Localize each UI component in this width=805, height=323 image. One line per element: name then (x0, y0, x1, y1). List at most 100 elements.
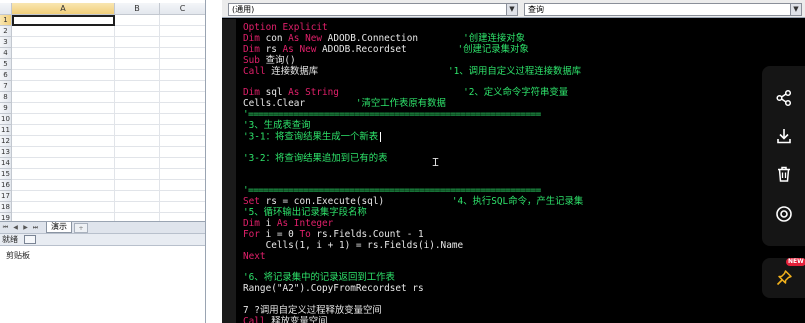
grid-cell[interactable] (12, 37, 115, 48)
code-line[interactable] (243, 165, 583, 176)
row-header[interactable]: 4 (0, 48, 12, 59)
grid-cell[interactable] (12, 169, 115, 180)
row-header[interactable]: 18 (0, 202, 12, 213)
grid-cell[interactable] (115, 147, 160, 158)
row-header[interactable]: 3 (0, 37, 12, 48)
grid-cell[interactable] (115, 70, 160, 81)
grid-cell[interactable] (115, 15, 160, 26)
grid-cell[interactable] (160, 125, 205, 136)
code-lines[interactable]: Option Explicit Dim con As New ADODB.Conn… (243, 22, 583, 323)
grid-cell[interactable] (115, 92, 160, 103)
grid-cell[interactable] (115, 59, 160, 70)
grid-cell[interactable] (160, 136, 205, 147)
grid-cell[interactable] (12, 103, 115, 114)
row-header[interactable]: 2 (0, 26, 12, 37)
row-header[interactable]: 1 (0, 15, 12, 26)
grid-cell[interactable] (160, 37, 205, 48)
active-cell[interactable] (12, 15, 115, 26)
grid-cell[interactable] (160, 48, 205, 59)
grid-cell[interactable] (160, 15, 205, 26)
code-line[interactable]: '3-2：将查询结果追加到已有的表 (243, 153, 583, 165)
row-header[interactable]: 13 (0, 147, 12, 158)
column-header-c[interactable]: C (160, 3, 205, 15)
row-header[interactable]: 6 (0, 70, 12, 81)
margin-indicator-bar[interactable] (222, 19, 236, 323)
code-line[interactable]: Cells(1, i + 1) = rs.Fields(i).Name (243, 240, 583, 252)
grid-cell[interactable] (115, 125, 160, 136)
row-header[interactable]: 12 (0, 136, 12, 147)
row-header[interactable]: 5 (0, 59, 12, 70)
grid-cell[interactable] (12, 180, 115, 191)
chevron-down-icon[interactable]: ▼ (506, 4, 517, 15)
grid-cell[interactable] (12, 92, 115, 103)
row-header[interactable]: 14 (0, 158, 12, 169)
grid-cell[interactable] (115, 37, 160, 48)
row-header[interactable]: 17 (0, 191, 12, 202)
grid-cell[interactable] (12, 48, 115, 59)
select-all-corner[interactable] (0, 3, 12, 15)
grid-cell[interactable] (160, 92, 205, 103)
row-header[interactable]: 9 (0, 103, 12, 114)
grid-cell[interactable] (12, 59, 115, 70)
grid-cell[interactable] (160, 180, 205, 191)
new-sheet-icon[interactable]: + (74, 222, 88, 233)
grid-cell[interactable] (160, 26, 205, 37)
grid-cell[interactable] (160, 103, 205, 114)
code-window[interactable]: Option Explicit Dim con As New ADODB.Conn… (222, 19, 805, 323)
macro-record-icon[interactable] (24, 235, 36, 244)
column-header-b[interactable]: B (115, 3, 160, 15)
focus-button[interactable] (762, 196, 805, 232)
procedure-dropdown[interactable]: 查询 ▼ (524, 3, 802, 16)
code-line[interactable]: Call 连接数据库 '1、调用自定义过程连接数据库 (243, 66, 583, 78)
last-sheet-icon[interactable]: ⏭ (31, 223, 40, 233)
grid-cell[interactable] (12, 202, 115, 213)
grid-cell[interactable] (115, 180, 160, 191)
share-button[interactable] (762, 80, 805, 116)
row-header[interactable]: 15 (0, 169, 12, 180)
worksheet-grid[interactable]: 1 2 3 4 5 6 7 8 9 10 11 12 13 14 15 16 17 18 19 (0, 15, 205, 224)
grid-cell[interactable] (160, 59, 205, 70)
row-header[interactable]: 10 (0, 114, 12, 125)
grid-cell[interactable] (12, 147, 115, 158)
prev-sheet-icon[interactable]: ◀ (11, 223, 20, 233)
code-line[interactable]: Range("A2").CopyFromRecordset rs (243, 283, 583, 295)
grid-cell[interactable] (115, 26, 160, 37)
download-button[interactable] (762, 118, 805, 154)
grid-cell[interactable] (12, 26, 115, 37)
grid-cell[interactable] (12, 191, 115, 202)
grid-cell[interactable] (115, 103, 160, 114)
grid-cell[interactable] (160, 158, 205, 169)
row-header[interactable]: 8 (0, 92, 12, 103)
code-line[interactable]: Next (243, 251, 583, 263)
grid-cell[interactable] (160, 147, 205, 158)
next-sheet-icon[interactable]: ▶ (21, 223, 30, 233)
grid-cell[interactable] (12, 158, 115, 169)
grid-cell[interactable] (115, 202, 160, 213)
grid-cell[interactable] (160, 191, 205, 202)
grid-cell[interactable] (12, 114, 115, 125)
grid-cell[interactable] (115, 169, 160, 180)
grid-cell[interactable] (115, 81, 160, 92)
grid-cell[interactable] (12, 136, 115, 147)
grid-cell[interactable] (160, 70, 205, 81)
sheet-tab[interactable]: 演示 (46, 222, 72, 233)
grid-cell[interactable] (115, 136, 160, 147)
grid-cell[interactable] (12, 70, 115, 81)
grid-cell[interactable] (160, 114, 205, 125)
grid-cell[interactable] (12, 125, 115, 136)
object-dropdown[interactable]: (通用) ▼ (228, 3, 518, 16)
grid-cell[interactable] (160, 81, 205, 92)
grid-cell[interactable] (115, 191, 160, 202)
grid-cell[interactable] (160, 169, 205, 180)
grid-cell[interactable] (115, 114, 160, 125)
grid-cell[interactable] (12, 81, 115, 92)
code-line[interactable]: Call 释放变量空间 (243, 316, 583, 323)
row-header[interactable]: 11 (0, 125, 12, 136)
code-line[interactable]: '3-1：将查询结果生成一个新表 (243, 131, 583, 143)
first-sheet-icon[interactable]: ⏮ (1, 223, 10, 233)
row-header[interactable]: 7 (0, 81, 12, 92)
delete-button[interactable] (762, 156, 805, 192)
grid-cell[interactable] (115, 48, 160, 59)
grid-cell[interactable] (115, 158, 160, 169)
chevron-down-icon[interactable]: ▼ (790, 4, 801, 15)
